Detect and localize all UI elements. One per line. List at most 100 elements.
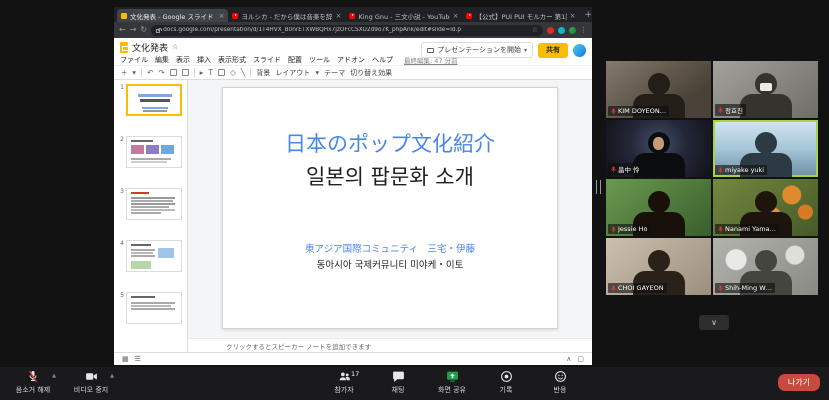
paint-format-icon[interactable] bbox=[182, 69, 189, 76]
background-button[interactable]: 背景 bbox=[256, 68, 270, 78]
browser-menu-icon[interactable]: ⋮ bbox=[580, 26, 587, 34]
muted-mic-icon bbox=[718, 226, 723, 233]
insert-shape-icon[interactable]: ◇ bbox=[230, 69, 236, 77]
present-button[interactable]: プレゼンテーションを開始 ▾ bbox=[421, 42, 533, 58]
muted-mic-icon bbox=[718, 285, 723, 292]
bookmark-star-icon[interactable]: ☆ bbox=[532, 26, 538, 34]
browser-tab[interactable]: 【公式】PUI PUI モルカー 第1話「… × bbox=[462, 9, 579, 22]
muted-mic-icon bbox=[718, 107, 723, 114]
current-slide[interactable]: 日本のポップ文化紹介 일본의 팝문화 소개 東アジア国際コミュニティ 三宅・伊藤… bbox=[222, 87, 558, 329]
slides-toolbar: + ▾ ↶ ↷ ▸ T ◇ ╲ 背景 レイアウト ▾ テーマ 切り替え効果 bbox=[114, 65, 592, 80]
fullscreen-icon[interactable]: ▢ bbox=[577, 355, 584, 363]
tab-title: ヨルシカ - だから僕は音楽を辞めた (Mu… bbox=[241, 11, 332, 21]
tab-close-icon[interactable]: × bbox=[219, 12, 225, 20]
google-slides-app: 文化発表 ☆ ファイル 編集 表示 挿入 表示形式 スライド 配置 ツール アド… bbox=[114, 38, 592, 365]
tab-close-icon[interactable]: × bbox=[336, 12, 342, 20]
participant-tile[interactable]: Shih-Ming W… bbox=[713, 238, 818, 295]
redo-icon[interactable]: ↷ bbox=[158, 69, 164, 77]
menu-list-icon[interactable]: ☰ bbox=[135, 355, 141, 363]
slide-thumbnail[interactable] bbox=[126, 136, 182, 168]
reactions-button[interactable]: 반응 bbox=[534, 367, 586, 395]
slide-canvas-area: 日本のポップ文化紹介 일본의 팝문화 소개 東アジア国際コミュニティ 三宅・伊藤… bbox=[188, 80, 592, 338]
chevron-up-icon[interactable]: ▲ bbox=[52, 373, 56, 379]
menu-item[interactable]: 表示 bbox=[176, 55, 190, 65]
collapse-icon[interactable]: ∧ bbox=[566, 355, 571, 363]
slide-thumbnail[interactable] bbox=[126, 240, 182, 272]
menu-item[interactable]: アドオン bbox=[337, 55, 365, 65]
slide-title-korean[interactable]: 일본의 팝문화 소개 bbox=[223, 161, 557, 191]
menu-item[interactable]: ファイル bbox=[120, 55, 148, 65]
text-box-icon[interactable]: T bbox=[208, 69, 213, 77]
menu-item[interactable]: ヘルプ bbox=[372, 55, 393, 65]
chevron-down-icon[interactable]: ▾ bbox=[315, 69, 319, 77]
menu-item[interactable]: 編集 bbox=[155, 55, 169, 65]
extension-icon[interactable] bbox=[547, 27, 554, 34]
theme-button[interactable]: テーマ bbox=[324, 68, 345, 78]
document-title[interactable]: 文化発表 bbox=[132, 41, 168, 54]
participant-tile[interactable]: 정효진 bbox=[713, 61, 818, 118]
menu-item[interactable]: ツール bbox=[309, 55, 330, 65]
tab-close-icon[interactable]: × bbox=[453, 12, 459, 20]
layout-button[interactable]: レイアウト bbox=[275, 68, 310, 78]
insert-image-icon[interactable] bbox=[218, 69, 225, 76]
browser-tab[interactable]: ヨルシカ - だから僕は音楽を辞めた (Mu… × bbox=[228, 9, 345, 22]
slide-subtitle-korean[interactable]: 동아시아 국제커뮤니티 미야케・이토 bbox=[223, 257, 557, 271]
url-input[interactable]: docs.google.com/presentation/d/1T4HVX_B0… bbox=[151, 25, 543, 36]
participant-tile[interactable]: 畠中 怜 bbox=[606, 120, 711, 177]
menu-item[interactable]: 挿入 bbox=[197, 55, 211, 65]
participant-tile[interactable]: KIM DOYEON… bbox=[606, 61, 711, 118]
browser-tab-active[interactable]: 文化発表 - Google スライド × bbox=[117, 9, 228, 22]
print-icon[interactable] bbox=[170, 69, 177, 76]
tab-close-icon[interactable]: × bbox=[570, 12, 576, 20]
present-screen-icon bbox=[427, 48, 434, 53]
star-document-icon[interactable]: ☆ bbox=[172, 43, 178, 51]
record-button[interactable]: 기록 bbox=[480, 367, 532, 395]
stop-video-button[interactable]: 비디오 중지 ▲ bbox=[62, 367, 120, 395]
chevron-down-icon[interactable]: ▾ bbox=[524, 47, 527, 54]
menu-item[interactable]: スライド bbox=[253, 55, 281, 65]
muted-mic-icon bbox=[611, 285, 616, 292]
chat-button[interactable]: 채팅 bbox=[372, 367, 424, 395]
muted-mic-icon bbox=[611, 226, 616, 233]
chevron-up-icon[interactable]: ▲ bbox=[110, 373, 114, 379]
participant-tile[interactable]: CHOI GAYEON bbox=[606, 238, 711, 295]
undo-icon[interactable]: ↶ bbox=[147, 69, 153, 77]
new-tab-button[interactable]: + bbox=[584, 9, 592, 22]
menu-item[interactable]: 配置 bbox=[288, 55, 302, 65]
google-slides-icon bbox=[121, 13, 127, 19]
transition-button[interactable]: 切り替え効果 bbox=[350, 68, 392, 78]
extension-icon[interactable] bbox=[558, 27, 565, 34]
share-screen-button[interactable]: 화면 공유 bbox=[426, 367, 478, 395]
account-avatar[interactable] bbox=[573, 44, 586, 57]
grid-view-icon[interactable]: ▦ bbox=[122, 355, 129, 363]
menu-item[interactable]: 表示形式 bbox=[218, 55, 246, 65]
slide-thumbnail[interactable] bbox=[126, 292, 182, 324]
refresh-icon[interactable]: ↻ bbox=[140, 26, 147, 34]
slide-thumbnail[interactable] bbox=[126, 188, 182, 220]
mic-muted-icon bbox=[27, 370, 39, 383]
insert-line-icon[interactable]: ╲ bbox=[241, 69, 246, 77]
share-button[interactable]: 共有 bbox=[538, 43, 568, 58]
participant-name-label: 정효진 bbox=[715, 104, 746, 116]
slide-thumbnail-selected[interactable] bbox=[126, 84, 182, 116]
slides-logo-icon[interactable] bbox=[120, 42, 128, 53]
back-icon[interactable]: ← bbox=[119, 26, 126, 34]
chevron-down-icon[interactable]: ▾ bbox=[132, 69, 136, 77]
participants-icon bbox=[338, 370, 351, 383]
forward-icon[interactable]: → bbox=[130, 26, 137, 34]
slide-title-japanese[interactable]: 日本のポップ文化紹介 bbox=[223, 128, 557, 158]
browser-profile-avatar[interactable] bbox=[569, 27, 576, 34]
speaker-notes-input[interactable]: クリックするとスピーカー ノートを追加できます bbox=[188, 338, 592, 352]
new-slide-icon[interactable]: + bbox=[121, 69, 127, 77]
leave-meeting-button[interactable]: 나가기 bbox=[778, 374, 820, 391]
participant-tile-active-speaker[interactable]: miyake yuki bbox=[713, 120, 818, 177]
slide-subtitle-japanese[interactable]: 東アジア国際コミュニティ 三宅・伊藤 bbox=[223, 241, 557, 255]
unmute-button[interactable]: 음소거 해제 ▲ bbox=[4, 367, 62, 395]
participant-tile[interactable]: Nanami Yama… bbox=[713, 179, 818, 236]
participants-button[interactable]: 참가자 17 bbox=[318, 367, 370, 395]
collapse-participants-button[interactable]: ∨ bbox=[699, 315, 729, 330]
participant-tile[interactable]: Jessie Ho bbox=[606, 179, 711, 236]
select-cursor-icon[interactable]: ▸ bbox=[200, 69, 204, 77]
panel-resize-handle[interactable] bbox=[596, 180, 601, 194]
browser-tab[interactable]: King Gnu - 三文小説 - YouTube × bbox=[345, 9, 462, 22]
